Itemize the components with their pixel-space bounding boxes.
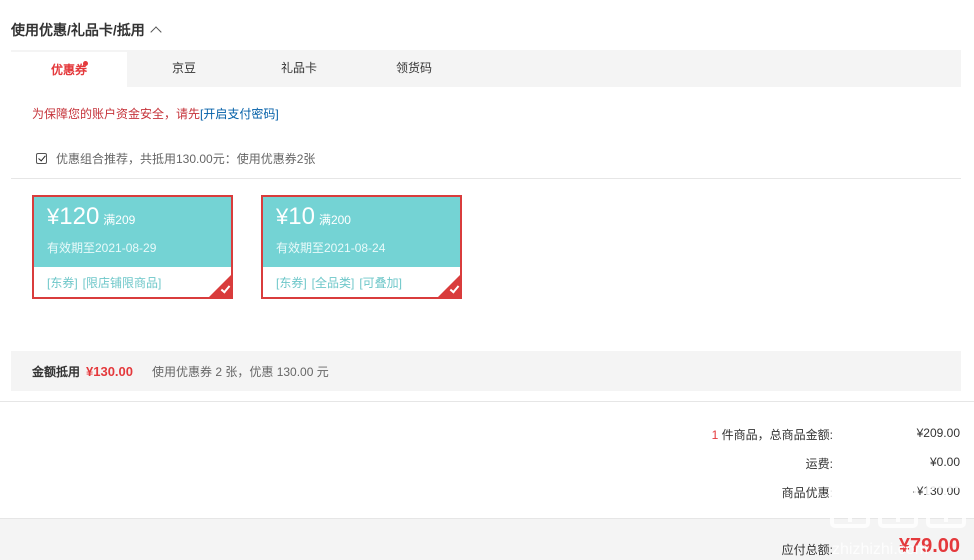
deduction-label: 金额抵用 [32, 364, 81, 379]
discount-label: 商品优惠: [781, 486, 833, 500]
goods-total-text: 件商品，总商品金额: [718, 428, 833, 442]
coupon-amount: ¥10 满200 [276, 203, 351, 231]
tab-pickup-code[interactable]: 领货码 [379, 50, 449, 87]
tab-gift-card-label: 礼品卡 [280, 61, 317, 75]
coupon-validity: 有效期至2021-08-29 [47, 241, 157, 255]
payable-value: ¥79.00 [898, 535, 960, 557]
coupon-tag: [全品类] [311, 275, 355, 290]
tab-pickup-code-label: 领货码 [395, 61, 432, 75]
coupon-section-toggle[interactable]: 使用优惠/礼品卡/抵用 [11, 20, 162, 40]
coupon-condition: 满200 [318, 213, 351, 227]
coupon-currency: ¥ [276, 204, 289, 229]
enable-pay-password-link[interactable]: [开启支付密码] [200, 107, 279, 121]
coupon-value: 10 [288, 203, 315, 230]
divider [11, 178, 961, 179]
coupon-amount: ¥120 满209 [47, 203, 135, 231]
deduction-desc: 使用优惠券 2 张，优惠 130.00 元 [152, 364, 329, 379]
section-title: 使用优惠/礼品卡/抵用 [11, 22, 145, 38]
combo-checkbox[interactable] [36, 153, 47, 164]
freight-row: 运费: ¥0.00 [0, 455, 974, 471]
goods-total-label: 1 件商品，总商品金额: [712, 426, 833, 443]
coupon-face: ¥10 满200 有效期至2021-08-24 [263, 197, 460, 267]
combo-text: 优惠组合推荐，共抵用130.00元：使用优惠券2张 [56, 152, 316, 166]
coupon-validity: 有效期至2021-08-24 [276, 241, 386, 255]
payable-label: 应付总额: [781, 543, 833, 557]
freight-value: ¥0.00 [929, 455, 960, 469]
chevron-up-icon [150, 26, 162, 38]
payable-bar: 应付总额: ¥79.00 [0, 518, 974, 560]
goods-total-value: ¥209.00 [916, 426, 960, 440]
coupon-content: 为保障您的账户资金安全，请先[开启支付密码] 优惠组合推荐，共抵用130.00元… [11, 87, 961, 351]
combo-recommend: 优惠组合推荐，共抵用130.00元：使用优惠券2张 [36, 150, 315, 167]
coupon-tag: [东券] [47, 275, 78, 290]
deduction-summary: 金额抵用 ¥130.00 使用优惠券 2 张，优惠 130.00 元 [11, 351, 961, 391]
security-message: 为保障您的账户资金安全，请先 [32, 107, 201, 121]
coupon-tags: [东券] [全品类] [可叠加] [263, 267, 460, 297]
coupon-tag: [可叠加] [359, 275, 403, 290]
coupon-card[interactable]: ¥120 满209 有效期至2021-08-29 [东券] [限店铺限商品] [32, 195, 233, 299]
coupon-currency: ¥ [47, 204, 60, 229]
tab-coupons[interactable]: 优惠券 [11, 50, 127, 87]
tab-jingdou[interactable]: 京豆 [149, 50, 219, 87]
coupon-value: 120 [59, 203, 100, 230]
discount-row: 商品优惠: -¥130.00 [0, 484, 974, 500]
discount-panel: 优惠券 京豆 礼品卡 领货码 为保障您的账户资金安全，请先[开启支付密码] 优惠… [11, 50, 961, 391]
coupon-tag: [限店铺限商品] [82, 275, 162, 290]
discount-value: -¥130.00 [912, 484, 960, 498]
tab-jingdou-label: 京豆 [171, 61, 196, 75]
coupon-tag: [东券] [276, 275, 307, 290]
discount-tabs: 优惠券 京豆 礼品卡 领货码 [11, 50, 961, 87]
freight-label: 运费: [805, 457, 833, 471]
notification-dot-icon [83, 61, 88, 66]
goods-total-row: 1 件商品，总商品金额: ¥209.00 [0, 426, 974, 442]
coupon-condition: 满209 [103, 213, 136, 227]
tab-coupons-label: 优惠券 [50, 63, 87, 77]
tab-gift-card[interactable]: 礼品卡 [264, 50, 334, 87]
coupon-tags: [东券] [限店铺限商品] [34, 267, 231, 297]
deduction-amount: ¥130.00 [86, 363, 134, 379]
divider [0, 401, 974, 402]
coupon-card[interactable]: ¥10 满200 有效期至2021-08-24 [东券] [全品类] [可叠加] [261, 195, 462, 299]
security-notice: 为保障您的账户资金安全，请先[开启支付密码] [32, 105, 279, 122]
coupon-face: ¥120 满209 有效期至2021-08-29 [34, 197, 231, 267]
